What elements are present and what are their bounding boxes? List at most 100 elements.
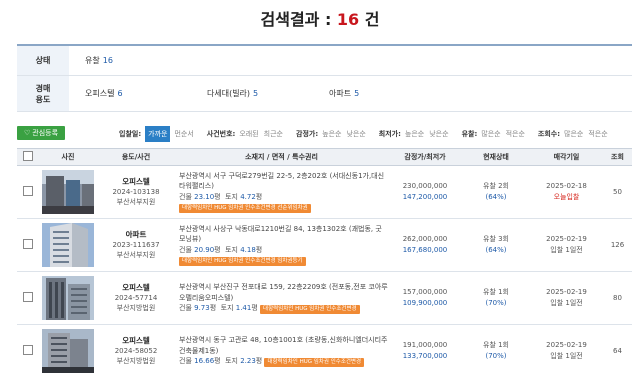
land-area: 4.18	[240, 245, 256, 254]
sort-option-newest[interactable]: 최근순	[264, 129, 283, 139]
minimum-price: 147,200,000	[402, 193, 448, 201]
filter-option-label: 유찰	[85, 56, 100, 65]
status-percent: (64%)	[485, 246, 507, 254]
special-rights-badge: 대항력임차인 HUG 임차권 인수조건변경	[260, 305, 360, 314]
filter-option-officetel[interactable]: 오피스텔 6	[85, 88, 207, 99]
sale-date-note: 입찰 1일전	[550, 299, 583, 307]
heart-icon: ♡	[23, 129, 31, 137]
result-count: 16	[336, 10, 360, 29]
special-rights-badge: 대항력임차인 HUG 임차권 인수조건변경 선순위임차권	[179, 204, 311, 214]
usage-type: 오피스텔	[122, 283, 150, 292]
add-favorite-button[interactable]: ♡ 관심등록	[17, 126, 65, 140]
building-label: 건물	[179, 304, 192, 312]
table-row[interactable]: 오피스텔 2024-57714 부산지방법원 부산광역시 부산진구 전포대로 159…	[17, 271, 632, 325]
building-area: 16.66	[194, 357, 215, 365]
land-label: 토지	[225, 357, 238, 365]
property-address[interactable]: 부산광역시 서구 구덕로279번길 22-5, 2층202호 (서대신동1가,대…	[179, 171, 388, 192]
case-number[interactable]: 2024-58052	[97, 346, 175, 356]
area-unit: 평	[209, 304, 217, 312]
property-address[interactable]: 부산광역시 동구 고관로 48, 10층1001호 (초량동,신화하니엘더시티주…	[179, 335, 388, 356]
sale-date-note: 입찰 1일전	[550, 246, 583, 254]
sort-option-farthest[interactable]: 먼순서	[174, 129, 193, 139]
add-favorite-label: 관심등록	[32, 129, 59, 137]
toolbar: ♡ 관심등록 입찰일: 가까운 먼순서 사건번호: 오래된 최근순 감정가: 높은순 낮은순 …	[17, 126, 632, 142]
building-label: 건물	[179, 357, 192, 365]
col-status: 현재상태	[462, 148, 530, 166]
col-sale-date: 매각기일	[530, 148, 603, 166]
filter-option-count: 5	[253, 89, 259, 98]
title-prefix: 검색결과 :	[260, 10, 337, 29]
property-photo[interactable]	[42, 223, 94, 267]
property-photo[interactable]	[42, 276, 94, 320]
sort-label: 사건번호:	[206, 130, 236, 138]
sort-label: 조회수:	[537, 130, 561, 138]
land-label: 토지	[220, 304, 234, 312]
land-area: 4.72	[240, 192, 256, 201]
filter-option-yuchal[interactable]: 유찰 16	[85, 55, 207, 66]
select-all-checkbox[interactable]	[23, 151, 33, 161]
sort-group-case: 사건번호: 오래된 최근순	[207, 129, 288, 139]
appraisal-price: 262,000,000	[402, 235, 448, 243]
minimum-price: 167,680,000	[402, 246, 448, 254]
status-percent: (64%)	[485, 193, 507, 201]
case-number[interactable]: 2024-57714	[97, 293, 175, 303]
filter-panel: 상태 유찰 16 경매 용도 오피스텔 6 다세대(빌라) 5 아파트 5	[17, 44, 632, 112]
sort-label: 유찰:	[461, 130, 478, 138]
area-info: 건물 16.66평 토지 2.23평 대항력임차인 HUG 임차권 인수조건변경	[179, 356, 388, 367]
row-checkbox[interactable]	[23, 186, 33, 196]
row-checkbox[interactable]	[23, 292, 33, 302]
sale-date: 2025-02-18	[546, 182, 587, 190]
minimum-price: 133,700,000	[402, 352, 448, 360]
sort-option-few[interactable]: 적은순	[588, 129, 607, 139]
sort-option-nearest[interactable]: 가까운	[145, 126, 171, 142]
building-area: 23.10	[194, 192, 215, 201]
sort-option-high[interactable]: 높은순	[322, 129, 341, 139]
land-label: 토지	[225, 192, 238, 201]
sale-date-note: 오늘입찰	[553, 193, 580, 201]
sort-group-views: 조회수: 많은순 적은순	[538, 129, 613, 139]
status-text: 유찰 3회	[483, 235, 509, 243]
sort-options: 입찰일: 가까운 먼순서 사건번호: 오래된 최근순 감정가: 높은순 낮은순 최저가: 높은…	[119, 126, 621, 142]
case-number[interactable]: 2024-103138	[97, 187, 175, 197]
land-area: 1.41	[235, 304, 252, 312]
view-count: 64	[603, 324, 632, 375]
filter-row-usage: 경매 용도 오피스텔 6 다세대(빌라) 5 아파트 5	[17, 76, 632, 112]
sort-option-low[interactable]: 낮은순	[346, 129, 365, 139]
sort-option-many[interactable]: 많은순	[564, 129, 583, 139]
sort-option-few[interactable]: 적은순	[506, 129, 525, 139]
building-label: 건물	[179, 192, 192, 201]
sort-group-yuchal: 유찰: 많은순 적은순	[462, 129, 530, 139]
property-photo[interactable]	[42, 170, 94, 214]
sort-option-oldest[interactable]: 오래된	[239, 129, 258, 139]
usage-type: 오피스텔	[122, 177, 150, 186]
filter-option-villa[interactable]: 다세대(빌라) 5	[207, 88, 329, 99]
col-photo: 사진	[39, 148, 97, 166]
minimum-price: 109,900,000	[402, 299, 448, 307]
filter-option-label: 아파트	[329, 89, 352, 98]
usage-type: 오피스텔	[122, 336, 150, 345]
filter-option-apartment[interactable]: 아파트 5	[329, 88, 451, 99]
sort-option-high[interactable]: 높은순	[405, 129, 424, 139]
court-name: 부산지방법원	[116, 357, 156, 365]
sale-date: 2025-02-19	[546, 341, 587, 349]
table-row[interactable]: 아파트 2023-111637 부산서부지원 부산광역시 사상구 낙동대로1210번…	[17, 218, 632, 272]
sort-group-bid-date: 입찰일: 가까운 먼순서	[119, 126, 199, 142]
court-name: 부산서부지원	[116, 198, 156, 206]
filter-option-count: 5	[354, 89, 360, 98]
property-address[interactable]: 부산광역시 부산진구 전포대로 159, 22층2209호 (전포동,전포 코아…	[179, 282, 388, 303]
table-row[interactable]: 오피스텔 2024-58052 부산지방법원 부산광역시 동구 고관로 48, 10…	[17, 324, 632, 375]
land-area: 2.23	[240, 357, 256, 365]
case-number[interactable]: 2023-111637	[97, 240, 175, 250]
row-checkbox[interactable]	[23, 345, 33, 355]
page-title: 검색결과 : 16 건	[0, 6, 640, 30]
table-row[interactable]: 오피스텔 2024-103138 부산서부지원 부산광역시 서구 구덕로279번길 …	[17, 165, 632, 219]
sort-option-many[interactable]: 많은순	[481, 129, 500, 139]
row-checkbox[interactable]	[23, 239, 33, 249]
sort-label: 입찰일:	[119, 130, 142, 138]
property-address[interactable]: 부산광역시 사상구 낙동대로1210번길 84, 13층1302호 (괘법동, …	[179, 224, 388, 245]
area-unit: 평	[214, 192, 221, 201]
area-unit: 평	[255, 192, 263, 201]
area-info: 건물 20.90평 토지 4.18평	[179, 245, 388, 256]
sort-option-low[interactable]: 낮은순	[429, 129, 448, 139]
property-photo[interactable]	[42, 329, 94, 373]
